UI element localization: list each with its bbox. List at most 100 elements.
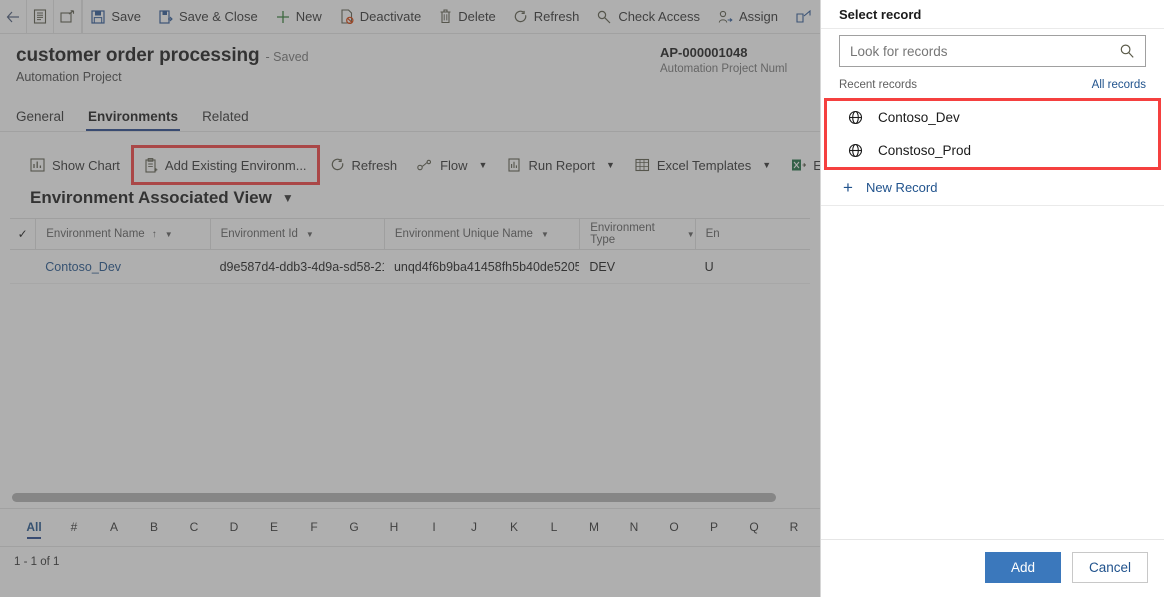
alpha-filter-all[interactable]: All [14, 520, 54, 534]
new-record-label: New Record [866, 180, 938, 195]
add-button[interactable]: Add [985, 552, 1061, 583]
column-header-truncated[interactable]: En [695, 219, 810, 250]
form-selector-icon [33, 9, 47, 24]
horizontal-scrollbar[interactable] [12, 493, 808, 502]
lookup-search-zone [821, 28, 1164, 79]
cell-truncated: U [695, 250, 810, 284]
pop-out-button[interactable] [54, 0, 81, 34]
plus-icon: + [843, 179, 853, 196]
all-records-link[interactable]: All records [1092, 79, 1146, 91]
export-excel-icon [791, 158, 806, 172]
assign-label: Assign [739, 10, 778, 23]
deactivate-button[interactable]: Deactivate [331, 0, 430, 34]
column-header-environment-unique-name[interactable]: Environment Unique Name ▼ [384, 219, 579, 250]
tab-environments[interactable]: Environments [76, 110, 190, 132]
alpha-filter-q[interactable]: Q [734, 520, 774, 534]
chevron-down-icon: ▼ [479, 160, 488, 170]
alpha-filter-a[interactable]: A [94, 520, 134, 534]
alpha-filter-h[interactable]: H [374, 520, 414, 534]
view-title: Environment Associated View [30, 188, 272, 208]
grid-refresh-button[interactable]: Refresh [321, 148, 408, 182]
form-selector-button[interactable] [27, 0, 54, 34]
flow-icon [417, 158, 433, 172]
excel-templates-button[interactable]: Excel Templates ▼ [625, 148, 781, 182]
alpha-filter-l[interactable]: L [534, 520, 574, 534]
table-row[interactable]: Contoso_Dev d9e587d4-ddb3-4d9a-sd58-21..… [10, 250, 810, 284]
list-item[interactable]: Contoso_Dev [827, 101, 1158, 134]
flow-button[interactable]: Flow ▼ [407, 148, 497, 182]
column-header-environment-type[interactable]: Environment Type ▼ [579, 219, 694, 250]
search-input[interactable] [850, 44, 1119, 59]
refresh-button[interactable]: Refresh [505, 0, 589, 34]
view-selector[interactable]: Environment Associated View ▼ [0, 184, 820, 218]
back-button[interactable] [0, 0, 27, 34]
list-item[interactable]: Constoso_Prod [827, 134, 1158, 167]
new-record-button[interactable]: + New Record [821, 170, 1164, 206]
alpha-filter-i[interactable]: I [414, 520, 454, 534]
show-chart-button[interactable]: Show Chart [20, 148, 130, 182]
alpha-filter-c[interactable]: C [174, 520, 214, 534]
export-to-excel-button[interactable]: Exp [781, 148, 820, 182]
alpha-filter-g[interactable]: G [334, 520, 374, 534]
tab-environments-label: Environments [88, 109, 178, 124]
column-header-environment-name[interactable]: Environment Name ↑ ▼ [35, 219, 209, 250]
deactivate-icon [340, 9, 354, 24]
alpha-filter-m[interactable]: M [574, 520, 614, 534]
save-and-close-button[interactable]: Save & Close [150, 0, 267, 34]
cancel-button[interactable]: Cancel [1072, 552, 1148, 583]
new-label: New [296, 10, 322, 23]
alpha-filter-b[interactable]: B [134, 520, 174, 534]
alpha-filter-f[interactable]: F [294, 520, 334, 534]
assign-icon [718, 10, 733, 24]
environments-subgrid: ✓ Environment Name ↑ ▼ Environment Id ▼ … [10, 218, 810, 508]
select-all-checkbox[interactable]: ✓ [10, 227, 35, 241]
alpha-filter-p[interactable]: P [694, 520, 734, 534]
cell-environment-name[interactable]: Contoso_Dev [35, 250, 209, 284]
save-label: Save [111, 10, 141, 23]
alpha-filter-e[interactable]: E [254, 520, 294, 534]
share-icon [796, 10, 811, 24]
saved-state-label: - Saved [266, 50, 309, 64]
alpha-filter-r[interactable]: R [774, 520, 814, 534]
alpha-filter-o[interactable]: O [654, 520, 694, 534]
alpha-filter-hash[interactable]: # [54, 520, 94, 534]
project-number-value: AP-000001048 [660, 45, 820, 60]
scrollbar-thumb[interactable] [12, 493, 776, 502]
page-title: customer order processing [16, 45, 260, 67]
alpha-filter-n[interactable]: N [614, 520, 654, 534]
refresh-icon [331, 158, 345, 172]
column-header-label: En [706, 228, 720, 240]
list-item-label: Constoso_Prod [878, 143, 971, 158]
column-header-label: Environment Id [221, 228, 298, 240]
share-button[interactable] [787, 0, 820, 34]
panel-footer: Add Cancel [821, 539, 1164, 597]
panel-spacer [821, 206, 1164, 539]
tab-general[interactable]: General [16, 110, 76, 132]
check-access-button[interactable]: Check Access [588, 0, 709, 34]
alpha-filter-j[interactable]: J [454, 520, 494, 534]
record-count-status: 1 - 1 of 1 [0, 546, 820, 576]
refresh-icon [514, 10, 528, 24]
globe-icon [848, 110, 863, 125]
tab-related[interactable]: Related [190, 110, 261, 132]
save-button[interactable]: Save [82, 0, 150, 34]
alpha-filter-k[interactable]: K [494, 520, 534, 534]
lookup-search-box[interactable] [839, 35, 1146, 67]
excel-templates-label: Excel Templates [657, 158, 751, 173]
run-report-button[interactable]: Run Report ▼ [497, 148, 624, 182]
alpha-filter-d[interactable]: D [214, 520, 254, 534]
search-icon[interactable] [1119, 43, 1135, 59]
add-existing-environment-button[interactable]: Add Existing Environm... [134, 148, 317, 182]
alphabet-filter-bar: All # A B C D E F G H I J K L M N O P Q … [0, 508, 820, 544]
app-window: Save Save & Close New Deactivate [0, 0, 1164, 597]
check-access-label: Check Access [618, 10, 700, 23]
assign-button[interactable]: Assign [709, 0, 787, 34]
save-icon [91, 10, 105, 24]
flow-label: Flow [440, 158, 467, 173]
new-button[interactable]: New [267, 0, 331, 34]
delete-button[interactable]: Delete [430, 0, 505, 34]
column-header-environment-id[interactable]: Environment Id ▼ [210, 219, 384, 250]
project-number-label: Automation Project Numl [660, 63, 820, 75]
select-record-title: Select record [821, 0, 1164, 28]
recent-records-label: Recent records [839, 79, 917, 91]
